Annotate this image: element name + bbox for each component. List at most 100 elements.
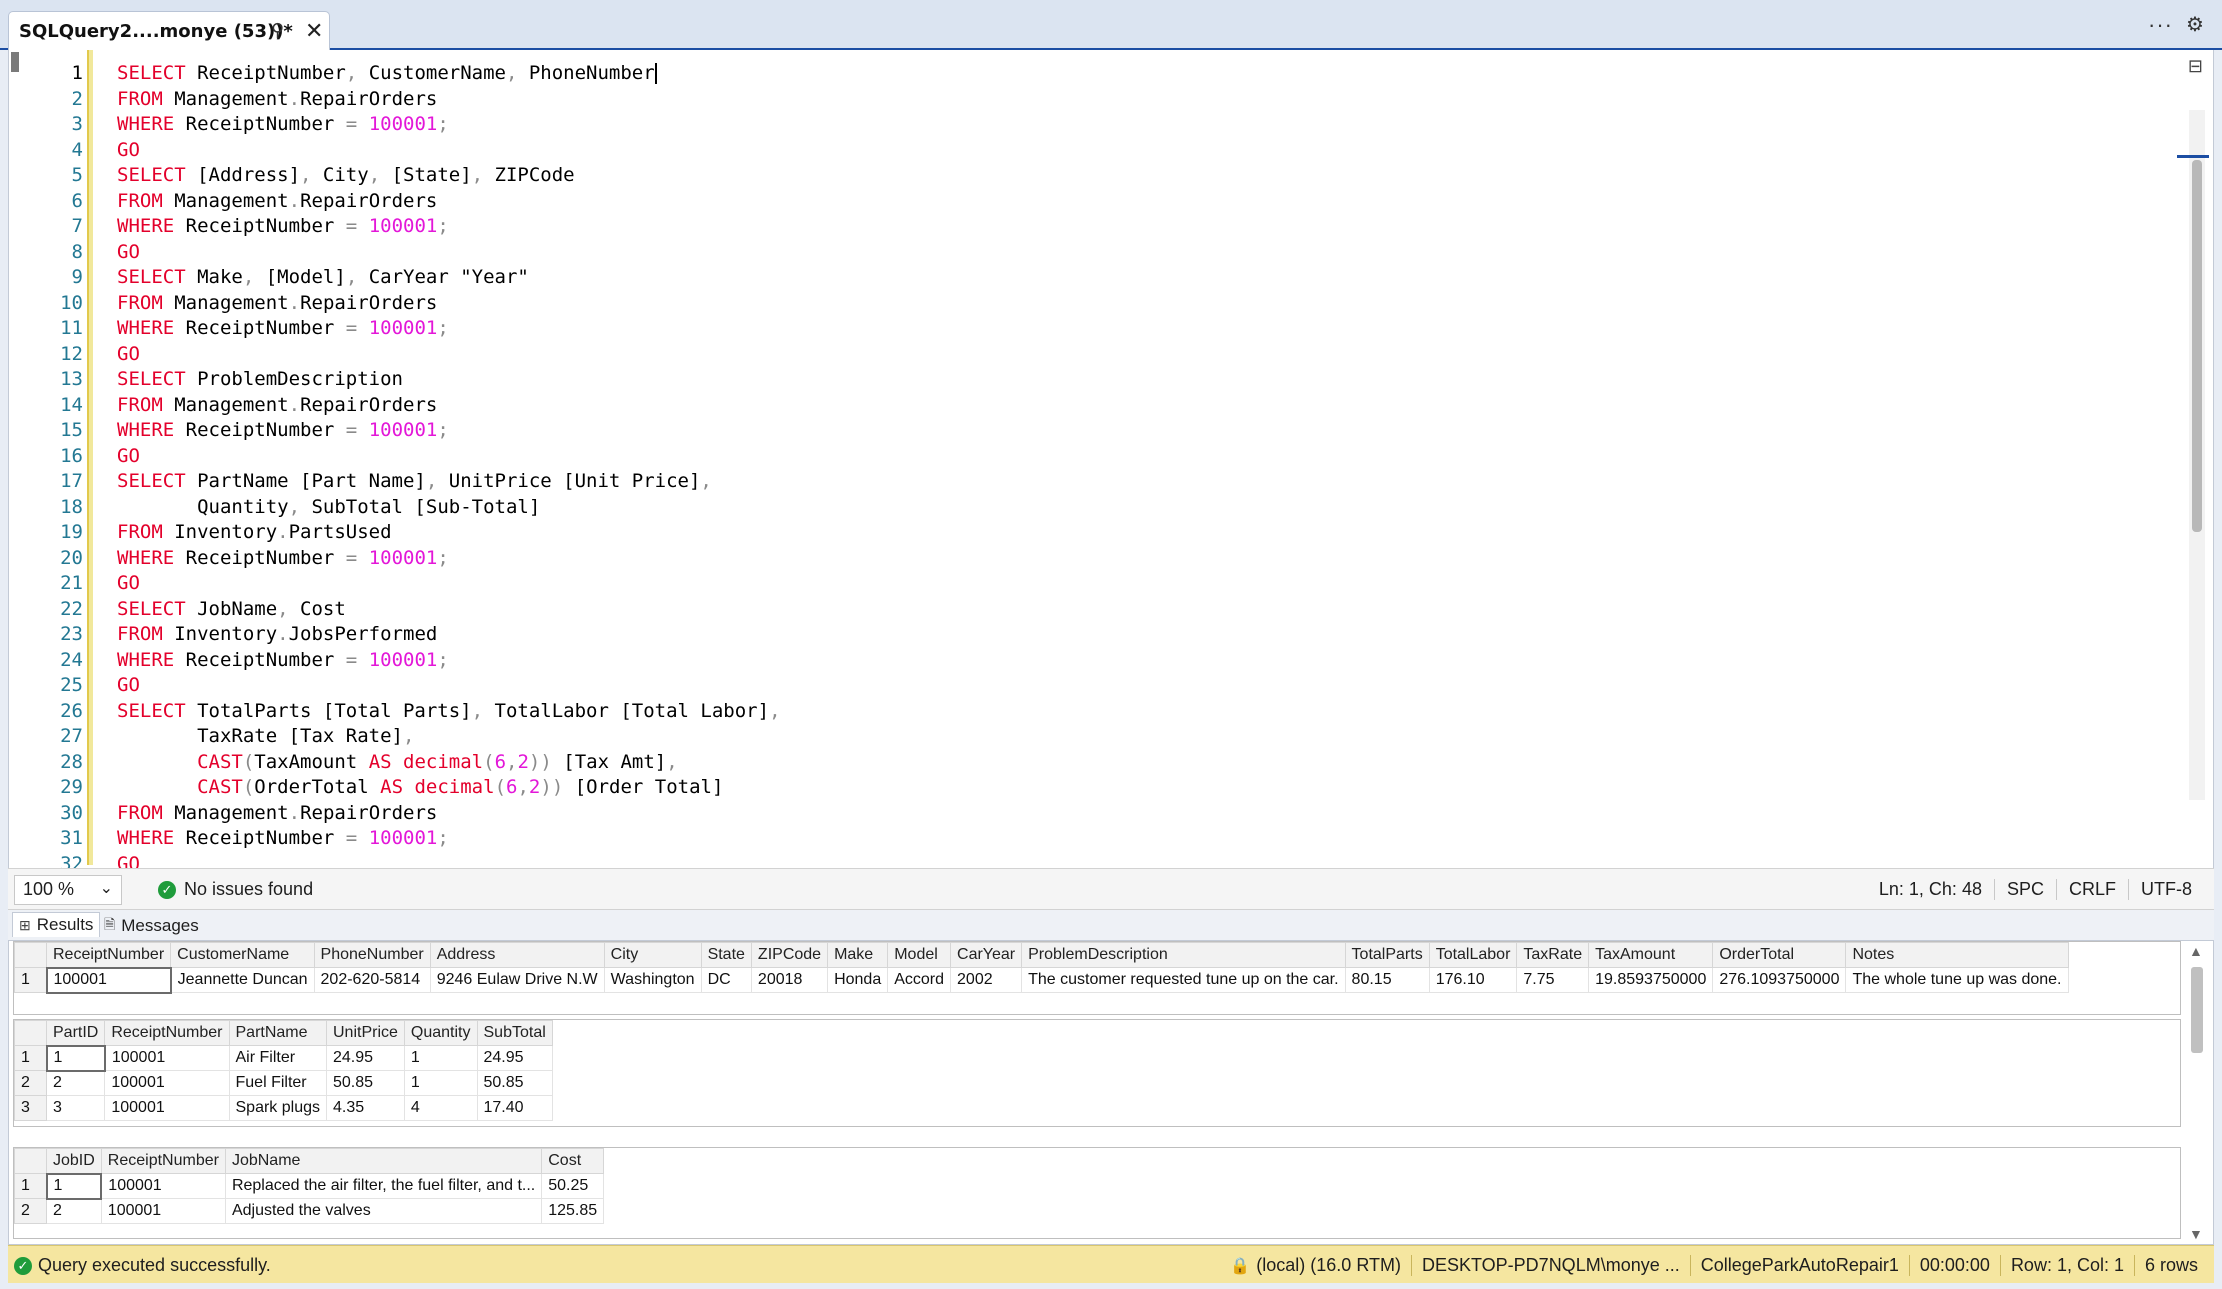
code-line[interactable]: WHERE ReceiptNumber = 100001; bbox=[117, 214, 2177, 240]
code-line[interactable]: WHERE ReceiptNumber = 100001; bbox=[117, 648, 2177, 674]
table-cell[interactable]: The customer requested tune up on the ca… bbox=[1021, 967, 1346, 993]
table-cell[interactable]: 50.85 bbox=[326, 1070, 405, 1096]
table-cell[interactable]: Honda bbox=[827, 967, 889, 993]
table-cell[interactable]: 4 bbox=[403, 1095, 478, 1121]
line-ending[interactable]: CRLF bbox=[2055, 879, 2128, 900]
table-cell[interactable]: 202-620-5814 bbox=[313, 967, 431, 993]
code-line[interactable]: FROM Management.RepairOrders bbox=[117, 189, 2177, 215]
column-header[interactable]: ReceiptNumber bbox=[104, 1020, 230, 1046]
more-options-icon[interactable]: ··· bbox=[2148, 12, 2173, 38]
column-header[interactable]: CustomerName bbox=[170, 942, 315, 968]
code-line[interactable]: SELECT ProblemDescription bbox=[117, 367, 2177, 393]
split-editor-icon[interactable]: ⊟ bbox=[2188, 56, 2203, 77]
table-cell[interactable]: The whole tune up was done. bbox=[1845, 967, 2069, 993]
scroll-up-icon[interactable]: ▲ bbox=[2189, 943, 2203, 959]
table-cell[interactable]: 100001 bbox=[100, 1198, 226, 1224]
code-line[interactable]: SELECT PartName [Part Name], UnitPrice [… bbox=[117, 469, 2177, 495]
table-cell[interactable]: 100001 bbox=[45, 966, 172, 994]
result-grid-jobs-performed[interactable]: JobID ReceiptNumber JobName Cost 1 1 100001 Rep… bbox=[13, 1147, 2181, 1239]
whitespace-mode[interactable]: SPC bbox=[1993, 879, 2056, 900]
code-line[interactable]: GO bbox=[117, 240, 2177, 266]
table-cell[interactable]: 3 bbox=[45, 1095, 106, 1121]
code-area[interactable]: SELECT ReceiptNumber, CustomerName, Phon… bbox=[117, 61, 2177, 877]
column-header[interactable]: ReceiptNumber bbox=[45, 942, 172, 968]
column-header[interactable]: ZIPCode bbox=[750, 942, 829, 968]
table-cell[interactable]: 50.85 bbox=[476, 1070, 553, 1096]
column-header[interactable]: Make bbox=[827, 942, 889, 968]
column-header[interactable]: TaxRate bbox=[1516, 942, 1590, 968]
code-line[interactable]: FROM Management.RepairOrders bbox=[117, 801, 2177, 827]
code-line[interactable]: FROM Inventory.JobsPerformed bbox=[117, 622, 2177, 648]
row-number[interactable]: 1 bbox=[14, 967, 47, 993]
column-header[interactable]: PartID bbox=[45, 1020, 106, 1046]
table-row[interactable]: 1 1 100001 Replaced the air filter, the fue… bbox=[14, 1172, 605, 1200]
editor-scroll-thumb[interactable] bbox=[2192, 160, 2202, 532]
table-row[interactable]: 1 100001 Jeannette Duncan 202-620-5814 9246 … bbox=[14, 966, 2069, 994]
row-number[interactable]: 2 bbox=[14, 1198, 47, 1224]
table-cell[interactable]: 20018 bbox=[750, 967, 829, 993]
table-cell[interactable]: Washington bbox=[603, 967, 702, 993]
grid-corner[interactable] bbox=[14, 942, 47, 968]
code-line[interactable]: FROM Inventory.PartsUsed bbox=[117, 520, 2177, 546]
code-line[interactable]: SELECT TotalParts [Total Parts], TotalLa… bbox=[117, 699, 2177, 725]
table-cell[interactable]: 24.95 bbox=[326, 1045, 405, 1071]
cursor-position[interactable]: Ln: 1, Ch: 48 bbox=[1867, 879, 1994, 900]
code-line[interactable]: SELECT [Address], City, [State], ZIPCode bbox=[117, 163, 2177, 189]
table-cell[interactable]: 1 bbox=[45, 1172, 103, 1200]
code-line[interactable]: GO bbox=[117, 571, 2177, 597]
code-line[interactable]: GO bbox=[117, 673, 2177, 699]
query-editor[interactable]: 1 2 3 4 5 6 7 8 9 10 11 12 13 14 15 16 17 18 19 20 21 22 23 24 2… bbox=[8, 50, 2214, 875]
code-line[interactable]: TaxRate [Tax Rate], bbox=[117, 724, 2177, 750]
code-line[interactable]: SELECT ReceiptNumber, CustomerName, Phon… bbox=[117, 61, 2177, 87]
table-cell[interactable]: Adjusted the valves bbox=[224, 1198, 543, 1224]
table-cell[interactable]: Air Filter bbox=[228, 1045, 327, 1071]
column-header[interactable]: PhoneNumber bbox=[313, 942, 431, 968]
table-cell[interactable]: Accord bbox=[887, 967, 952, 993]
code-line[interactable]: WHERE ReceiptNumber = 100001; bbox=[117, 826, 2177, 852]
table-cell[interactable]: 100001 bbox=[104, 1070, 230, 1096]
pin-icon[interactable]: ⚲ bbox=[271, 20, 284, 41]
code-line[interactable]: WHERE ReceiptNumber = 100001; bbox=[117, 546, 2177, 572]
table-cell[interactable]: 7.75 bbox=[1516, 967, 1590, 993]
row-number[interactable]: 1 bbox=[14, 1173, 47, 1199]
code-line[interactable]: WHERE ReceiptNumber = 100001; bbox=[117, 112, 2177, 138]
column-header[interactable]: TotalParts bbox=[1344, 942, 1430, 968]
tab-results[interactable]: ⊞ Results bbox=[12, 912, 101, 937]
tab-messages[interactable]: 🗎 Messages bbox=[104, 914, 199, 938]
table-cell[interactable]: 1 bbox=[403, 1070, 478, 1096]
table-row[interactable]: 2 2 100001 Adjusted the valves 125.85 bbox=[14, 1198, 605, 1224]
table-cell[interactable]: 276.1093750000 bbox=[1712, 967, 1847, 993]
code-line[interactable]: CAST(TaxAmount AS decimal(6,2)) [Tax Amt… bbox=[117, 750, 2177, 776]
column-header[interactable]: State bbox=[700, 942, 752, 968]
table-cell[interactable]: Replaced the air filter, the fuel filter… bbox=[224, 1173, 543, 1199]
table-cell[interactable]: 125.85 bbox=[541, 1198, 605, 1224]
code-line[interactable]: Quantity, SubTotal [Sub-Total] bbox=[117, 495, 2177, 521]
grid-corner[interactable] bbox=[14, 1020, 47, 1046]
column-header[interactable]: Quantity bbox=[403, 1020, 478, 1046]
editor-vertical-scrollbar[interactable] bbox=[2177, 110, 2209, 800]
column-header[interactable]: TaxAmount bbox=[1588, 942, 1714, 968]
table-cell[interactable]: 2 bbox=[45, 1070, 106, 1096]
table-cell[interactable]: 19.8593750000 bbox=[1588, 967, 1714, 993]
table-cell[interactable]: 100001 bbox=[104, 1095, 230, 1121]
column-header[interactable]: SubTotal bbox=[476, 1020, 553, 1046]
column-header[interactable]: TotalLabor bbox=[1428, 942, 1518, 968]
table-cell[interactable]: 100001 bbox=[100, 1173, 226, 1199]
column-header[interactable]: Model bbox=[887, 942, 952, 968]
column-header[interactable]: CarYear bbox=[950, 942, 1023, 968]
column-header[interactable]: JobName bbox=[224, 1148, 543, 1174]
table-cell[interactable]: 2002 bbox=[950, 967, 1023, 993]
table-cell[interactable]: 9246 Eulaw Drive N.W bbox=[429, 967, 605, 993]
table-cell[interactable]: 1 bbox=[45, 1044, 106, 1072]
table-cell[interactable]: 176.10 bbox=[1428, 967, 1518, 993]
settings-gear-icon[interactable]: ⚙ bbox=[2186, 12, 2204, 37]
column-header[interactable]: Cost bbox=[541, 1148, 605, 1174]
table-cell[interactable]: Fuel Filter bbox=[228, 1070, 327, 1096]
column-header[interactable]: ProblemDescription bbox=[1021, 942, 1346, 968]
issues-indicator[interactable]: ✓ No issues found bbox=[158, 879, 313, 900]
row-number[interactable]: 3 bbox=[14, 1095, 47, 1121]
table-row[interactable]: 2 2 100001 Fuel Filter 50.85 1 50.85 bbox=[14, 1070, 553, 1096]
result-grid-repair-orders[interactable]: ReceiptNumber CustomerName PhoneNumber Addr… bbox=[13, 941, 2181, 1015]
table-cell[interactable]: DC bbox=[700, 967, 752, 993]
code-line[interactable]: SELECT JobName, Cost bbox=[117, 597, 2177, 623]
